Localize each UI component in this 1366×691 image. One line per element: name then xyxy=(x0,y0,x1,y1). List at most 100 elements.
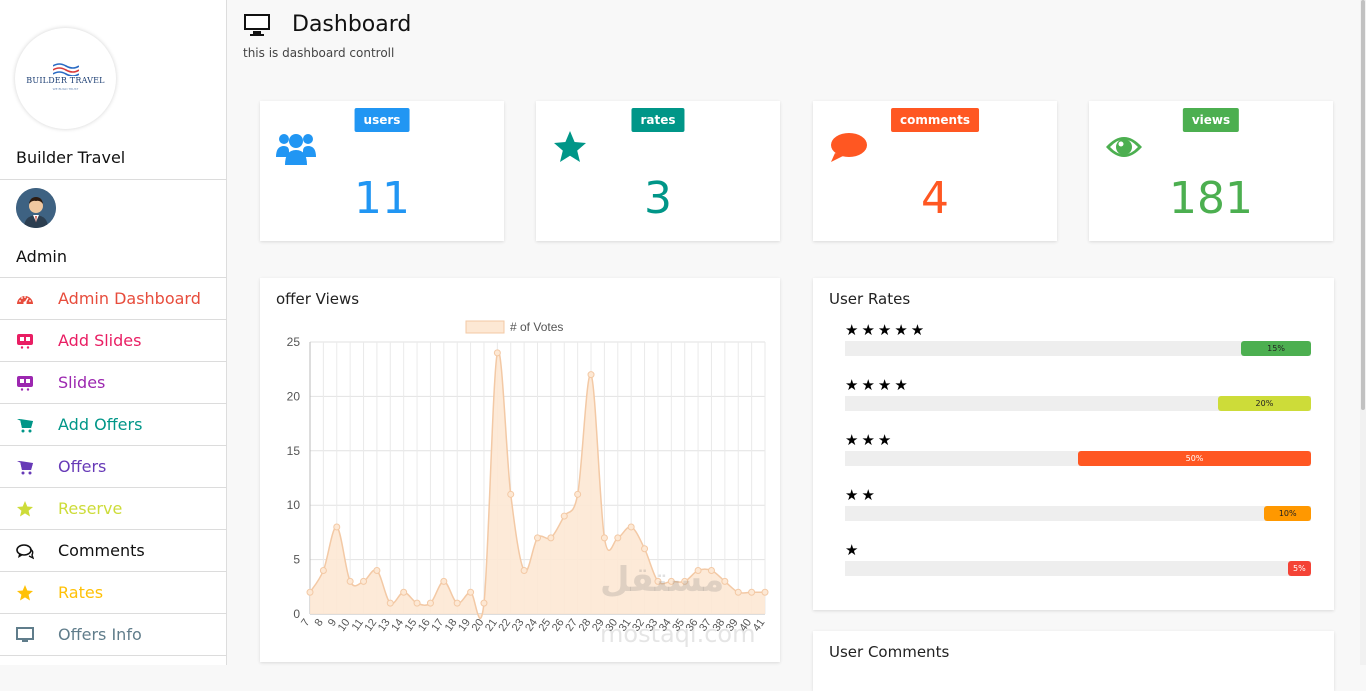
rate-progress-track: 5% xyxy=(845,561,1311,576)
data-point xyxy=(319,566,327,574)
y-tick-label: 5 xyxy=(293,553,300,567)
sidebar-item-label: Comments xyxy=(58,541,145,560)
data-point xyxy=(734,588,742,596)
legend-label: # of Votes xyxy=(510,320,563,334)
views-count: 181 xyxy=(1169,173,1253,224)
logo-tagline: WE BUILD TRUST xyxy=(52,87,79,91)
stars-4: ★★★★ xyxy=(845,376,911,394)
comments-icon xyxy=(16,544,34,560)
watermark-url: mostaql.com xyxy=(600,620,756,648)
logo-waves-icon xyxy=(53,63,79,76)
comment-icon xyxy=(831,133,867,162)
data-point xyxy=(761,588,769,596)
sidebar-item-label: Add Offers xyxy=(58,415,143,434)
views-badge: views xyxy=(1182,108,1240,132)
sidebar-item-admin-dashboard[interactable]: Admin Dashboard xyxy=(0,278,227,320)
users-count: 11 xyxy=(354,173,410,224)
data-point xyxy=(400,588,408,596)
monitor-icon xyxy=(16,627,34,642)
sidebar-item-label: Rates xyxy=(58,583,104,602)
sidebar-item-reserve[interactable]: Reserve xyxy=(0,488,227,530)
data-point xyxy=(373,566,381,574)
sidebar-item-label: Offers Info xyxy=(58,625,142,644)
comments-badge: comments xyxy=(891,108,979,132)
sidebar: BUILDER TRAVEL WE BUILD TRUST Builder Tr… xyxy=(0,0,227,665)
data-point xyxy=(627,523,635,531)
sidebar-item-label: Admin Dashboard xyxy=(58,289,201,308)
stat-card-views[interactable]: views 181 xyxy=(1089,101,1333,241)
data-point xyxy=(547,534,555,542)
offer-views-chart: 05101520257 8 9101112131415161718192021222… xyxy=(287,320,769,634)
panel-title: User Comments xyxy=(829,643,950,661)
data-point xyxy=(748,588,756,596)
monitor-icon xyxy=(244,14,270,36)
sidebar-item-offers[interactable]: Offers xyxy=(0,446,227,488)
sidebar-item-add-slides[interactable]: Add Slides xyxy=(0,320,227,362)
rate-progress-bar: 5% xyxy=(1287,561,1311,576)
brand-name: Builder Travel xyxy=(16,148,126,167)
rates-badge: rates xyxy=(631,108,685,132)
data-point xyxy=(587,371,595,379)
sidebar-item-label: Reserve xyxy=(58,499,123,518)
data-point xyxy=(426,599,434,607)
stars-5: ★★★★★ xyxy=(845,321,928,339)
watermark: مستقل xyxy=(600,560,725,600)
brand-logo[interactable]: BUILDER TRAVEL WE BUILD TRUST xyxy=(15,28,116,129)
sidebar-item-slides[interactable]: Slides xyxy=(0,362,227,404)
sidebar-item-label: Offers xyxy=(58,457,107,476)
rate-progress-track: 20% xyxy=(845,396,1311,411)
rate-progress-bar: 15% xyxy=(1241,341,1311,356)
sidebar-item-rates[interactable]: Rates xyxy=(0,572,227,614)
dashboard-gauge-icon xyxy=(17,296,33,305)
sidebar-item-offers-info[interactable]: Offers Info xyxy=(0,614,227,656)
data-point xyxy=(574,490,582,498)
rate-progress-bar: 20% xyxy=(1217,396,1311,411)
stat-card-users[interactable]: users 11 xyxy=(260,101,504,241)
y-tick-label: 10 xyxy=(287,498,301,512)
page-scrollbar[interactable] xyxy=(1360,0,1366,665)
stat-card-rates[interactable]: rates 3 xyxy=(536,101,780,241)
comments-count: 4 xyxy=(921,173,949,224)
slides-icon xyxy=(17,334,33,349)
user-avatar-icon xyxy=(16,188,56,228)
data-point xyxy=(520,566,528,574)
data-point xyxy=(560,512,568,520)
data-point xyxy=(346,577,354,585)
data-point xyxy=(480,599,488,607)
eye-icon xyxy=(1106,137,1142,157)
data-point xyxy=(641,545,649,553)
sidebar-item-add-offers[interactable]: Add Offers xyxy=(0,404,227,446)
slides-icon xyxy=(17,376,33,391)
data-point xyxy=(440,577,448,585)
star-icon xyxy=(554,131,586,162)
y-tick-label: 0 xyxy=(293,607,300,621)
divider xyxy=(0,179,227,180)
sidebar-item-label: Add Slides xyxy=(58,331,142,350)
user-role: Admin xyxy=(16,247,67,266)
data-point xyxy=(333,523,341,531)
scrollbar-thumb[interactable] xyxy=(1361,0,1365,410)
data-point xyxy=(534,534,541,542)
rates-count: 3 xyxy=(644,173,672,224)
data-point xyxy=(614,534,622,542)
stat-card-comments[interactable]: comments 4 xyxy=(813,101,1057,241)
offer-views-panel: offer Views 0 5 10 15 20 25 7 8 9 10 11 12 13 14 15 16 1… xyxy=(260,278,780,662)
rate-progress-track: 15% xyxy=(845,341,1311,356)
rate-progress-track: 50% xyxy=(845,451,1311,466)
data-point xyxy=(493,349,501,357)
user-comments-panel: User Comments xyxy=(813,631,1334,691)
panel-title: User Rates xyxy=(829,290,911,308)
sidebar-item-comments[interactable]: Comments xyxy=(0,530,227,572)
users-badge: users xyxy=(354,108,410,132)
data-point xyxy=(467,588,475,596)
data-point xyxy=(600,534,608,542)
avatar[interactable] xyxy=(16,188,56,228)
rate-progress-bar: 50% xyxy=(1078,451,1311,466)
stars-3: ★★★ xyxy=(845,431,895,449)
stars-1: ★ xyxy=(845,541,862,559)
rate-progress-track: 10% xyxy=(845,506,1311,521)
x-tick-label: 8 xyxy=(312,617,325,629)
legend-swatch xyxy=(465,320,505,334)
user-rates-panel: User Rates ★★★★★ 15% ★★★★ 20% ★★★ 50% ★★… xyxy=(813,278,1334,610)
y-tick-label: 25 xyxy=(287,335,301,349)
